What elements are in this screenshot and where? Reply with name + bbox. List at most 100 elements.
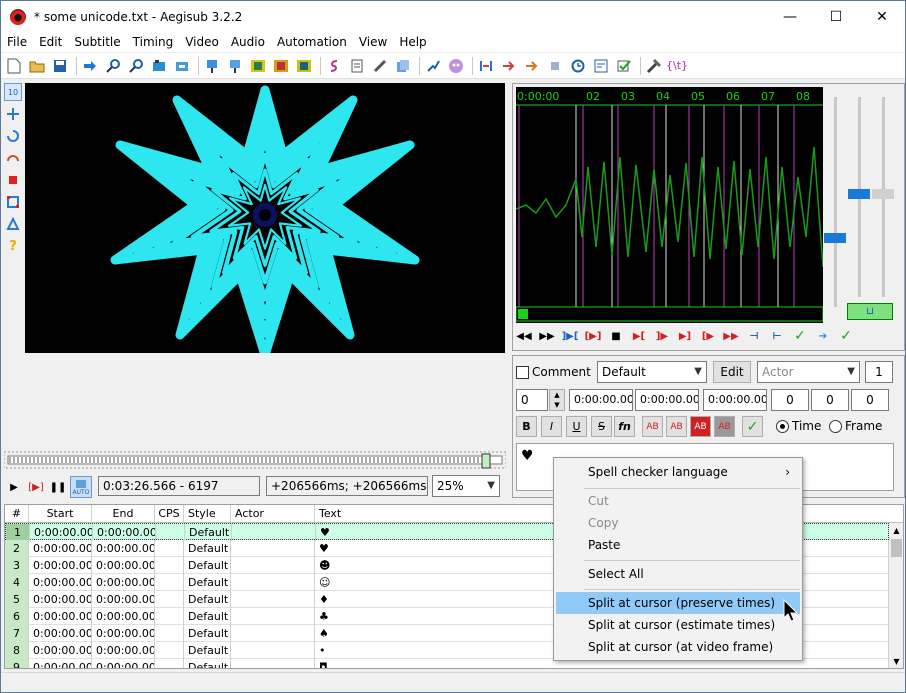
sort-icon[interactable] xyxy=(545,56,565,76)
margin-left-input[interactable]: 0 xyxy=(771,389,809,411)
play-to-end-icon[interactable]: ▶▶ xyxy=(721,326,741,346)
close-button[interactable]: ✕ xyxy=(859,1,905,32)
jump-to-icon[interactable] xyxy=(80,56,100,76)
layer-spinner[interactable]: ▲ ▼ xyxy=(549,389,565,411)
italic-button[interactable]: I xyxy=(541,416,562,437)
outline-color-button[interactable]: AB xyxy=(690,416,711,437)
zoom-out-icon[interactable] xyxy=(126,56,146,76)
header-number[interactable]: # xyxy=(5,505,29,522)
secondary-color-button[interactable]: AB xyxy=(666,416,687,437)
header-actor[interactable]: Actor xyxy=(231,505,315,522)
go-to-next-icon[interactable]: ➔ xyxy=(813,326,833,346)
karaoke-icon[interactable] xyxy=(324,56,344,76)
layer-input[interactable]: 0 xyxy=(516,389,548,411)
scale-icon[interactable] xyxy=(4,171,22,189)
previous-line-icon[interactable]: ◀◀ xyxy=(514,326,534,346)
style-dropdown[interactable]: Default ▼ xyxy=(597,361,707,383)
rotate-z-icon[interactable] xyxy=(4,127,22,145)
play-first-500ms-icon[interactable]: ▶] xyxy=(675,326,695,346)
video-time-display[interactable]: 0:03:26.566 - 6197 xyxy=(98,476,260,496)
find-icon[interactable] xyxy=(568,56,588,76)
menu-subtitle[interactable]: Subtitle xyxy=(68,32,126,52)
menu-help[interactable]: Help xyxy=(393,32,432,52)
lead-in-icon[interactable]: ⊣ xyxy=(744,326,764,346)
play-icon[interactable]: ▶ xyxy=(4,477,24,497)
header-start[interactable]: Start xyxy=(29,505,92,522)
maximize-button[interactable]: ☐ xyxy=(813,1,859,32)
menu-audio[interactable]: Audio xyxy=(225,32,271,52)
tools-icon[interactable] xyxy=(644,56,664,76)
commit-icon[interactable]: ✓ xyxy=(790,326,810,346)
minimize-button[interactable]: — xyxy=(767,1,813,32)
menu-cut[interactable]: Cut xyxy=(556,490,800,512)
vector-clip-icon[interactable] xyxy=(4,215,22,233)
drag-tool-icon[interactable] xyxy=(4,105,22,123)
menu-timing[interactable]: Timing xyxy=(127,32,180,52)
menu-split-estimate-times[interactable]: Split at cursor (estimate times) xyxy=(556,614,800,636)
underline-button[interactable]: U xyxy=(566,416,587,437)
vertical-zoom-slider[interactable] xyxy=(824,233,846,243)
shadow-color-button[interactable]: AB xyxy=(714,416,735,437)
properties-icon[interactable] xyxy=(370,56,390,76)
play-500ms-before-icon[interactable]: ▶[ xyxy=(629,326,649,346)
video-seek-bar[interactable] xyxy=(3,450,507,472)
menu-file[interactable]: File xyxy=(1,32,33,52)
menu-spell-checker-language[interactable]: Spell checker language › xyxy=(556,461,800,483)
margin-right-input[interactable]: 0 xyxy=(811,389,849,411)
rotate-xy-icon[interactable] xyxy=(4,149,22,167)
timing-postprocessor-icon[interactable] xyxy=(476,56,496,76)
fonts-collector-icon[interactable] xyxy=(248,56,268,76)
tag-toggle-icon[interactable]: {\t} xyxy=(666,56,688,76)
actor-input[interactable]: Actor ▼ xyxy=(757,361,860,383)
menu-edit[interactable]: Edit xyxy=(33,32,68,52)
standard-tool-icon[interactable]: 10 xyxy=(4,83,22,101)
header-cps[interactable]: CPS xyxy=(155,505,184,522)
horizontal-zoom-slider[interactable] xyxy=(872,189,894,199)
menu-split-video-frame[interactable]: Split at cursor (at video frame) xyxy=(556,636,800,658)
styles-manager-icon[interactable] xyxy=(202,56,222,76)
time-radio[interactable] xyxy=(776,420,789,433)
header-end[interactable]: End xyxy=(92,505,155,522)
duration-input[interactable]: 0:00:00.00 xyxy=(703,389,767,411)
frame-radio[interactable] xyxy=(829,420,842,433)
play-selection-icon[interactable]: ]▶[ xyxy=(560,326,580,346)
open-video-icon[interactable] xyxy=(149,56,169,76)
font-button[interactable]: fn xyxy=(614,416,635,437)
export-icon[interactable] xyxy=(393,56,413,76)
menu-automation[interactable]: Automation xyxy=(271,32,353,52)
volume-slider[interactable] xyxy=(848,189,870,199)
edit-style-button[interactable]: Edit xyxy=(713,361,751,383)
video-offset-display[interactable]: +206566ms; +206566ms xyxy=(266,476,428,496)
replace-icon[interactable] xyxy=(591,56,611,76)
end-time-input[interactable]: 0:00:00.00 xyxy=(635,389,699,411)
play-current-line-icon[interactable]: [▶] xyxy=(583,326,603,346)
open-audio-icon[interactable] xyxy=(172,56,192,76)
video-display[interactable] xyxy=(25,83,505,353)
strikeout-button[interactable]: S xyxy=(591,416,612,437)
header-style[interactable]: Style xyxy=(184,505,231,522)
automation-icon[interactable] xyxy=(423,56,443,76)
play-last-500ms-icon[interactable]: [▶ xyxy=(698,326,718,346)
scroll-thumb[interactable] xyxy=(891,539,902,557)
stop-icon[interactable]: ■ xyxy=(606,326,626,346)
scroll-up-icon[interactable]: ▲ xyxy=(889,523,903,538)
auto-scroll-video-button[interactable]: AUTO xyxy=(70,476,92,498)
menu-copy[interactable]: Copy xyxy=(556,512,800,534)
scroll-down-icon[interactable]: ▼ xyxy=(889,654,903,668)
next-line-icon[interactable]: ▶▶ xyxy=(537,326,557,346)
menu-video[interactable]: Video xyxy=(179,32,225,52)
spell-check-icon[interactable] xyxy=(347,56,367,76)
translation-assistant-icon[interactable] xyxy=(294,56,314,76)
options-icon[interactable] xyxy=(614,56,634,76)
audio-waveform[interactable]: 0:00:00 02 03 04 05 06 07 08 xyxy=(516,87,823,323)
play-500ms-after-icon[interactable]: ]▶ xyxy=(652,326,672,346)
grid-scrollbar[interactable]: ▲ ▼ xyxy=(889,523,903,668)
commit-button[interactable]: ✓ xyxy=(742,416,763,437)
primary-color-button[interactable]: AB xyxy=(642,416,663,437)
margin-vertical-input[interactable]: 0 xyxy=(851,389,889,411)
start-time-input[interactable]: 0:00:00.00 xyxy=(569,389,633,411)
menu-view[interactable]: View xyxy=(353,32,393,52)
menu-paste[interactable]: Paste xyxy=(556,534,800,556)
play-line-icon[interactable]: [▶] xyxy=(26,477,46,497)
menu-split-preserve-times[interactable]: Split at cursor (preserve times) xyxy=(556,592,800,614)
